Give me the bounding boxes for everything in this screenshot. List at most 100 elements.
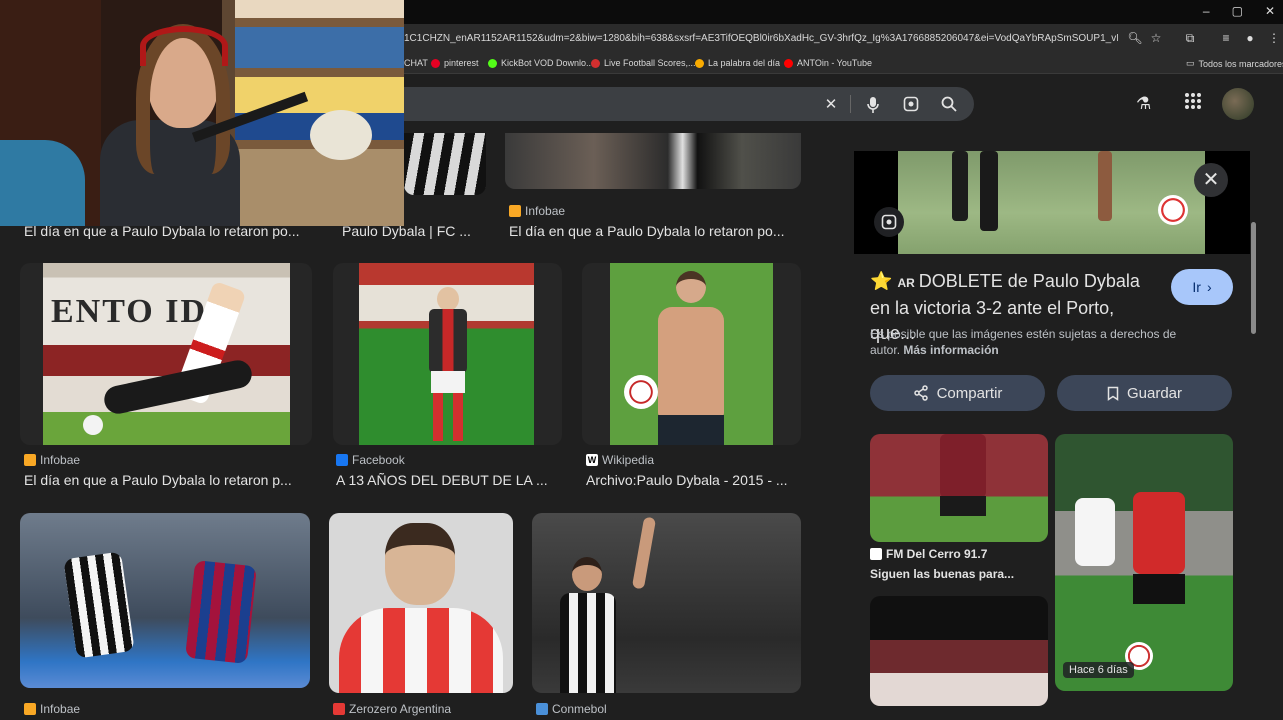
share-button[interactable]: Compartir <box>870 375 1045 411</box>
labs-flask-icon[interactable]: ⚗ <box>1136 94 1151 114</box>
save-button[interactable]: Guardar <box>1057 375 1232 411</box>
result-source: Infobae <box>24 702 80 716</box>
folder-icon: ▭ <box>1186 58 1195 68</box>
result-card-5[interactable] <box>329 513 513 693</box>
ball-on-shelf <box>310 110 372 160</box>
related-image[interactable] <box>870 434 1048 542</box>
star-emoji: ⭐ <box>870 271 893 291</box>
related-image[interactable] <box>870 596 1048 706</box>
result-source: Infobae <box>24 453 80 467</box>
account-avatar[interactable] <box>1222 88 1254 120</box>
result-title[interactable]: Archivo:Paulo Dybala - 2015 - ... <box>586 472 801 488</box>
result-title[interactable]: El día en que a Paulo Dybala lo retaron … <box>24 472 306 488</box>
player-shorts <box>431 371 465 393</box>
infobae-favicon <box>24 454 36 466</box>
webcam-overlay <box>0 0 404 226</box>
visit-button[interactable]: Ir › <box>1171 269 1233 305</box>
lens-icon <box>881 214 897 230</box>
bookmark-pinterest[interactable]: pinterest <box>431 58 479 68</box>
result-title[interactable]: El día en que a Paulo Dybala lo retaron … <box>509 223 801 239</box>
player-leg <box>952 151 968 221</box>
player-figure <box>185 560 257 664</box>
player-leg <box>1098 151 1112 221</box>
bookmark-palabra[interactable]: La palabra del día <box>695 58 780 68</box>
player-head <box>572 557 602 591</box>
chair <box>0 140 85 226</box>
bookmark-icon <box>1107 386 1119 401</box>
panel-scroll-thumb[interactable] <box>1251 222 1256 334</box>
bookmark-star-icon[interactable]: ☆ <box>1148 30 1164 46</box>
preview-image-frame: ✕ <box>854 151 1250 254</box>
ball <box>1158 195 1188 225</box>
chevron-right-icon: › <box>1206 279 1212 295</box>
player-leg <box>980 151 998 231</box>
related-image-tall[interactable]: Hace 6 días <box>1055 434 1233 691</box>
result-source: W Wikipedia <box>586 453 655 467</box>
close-panel-button[interactable]: ✕ <box>1194 163 1228 197</box>
player-shirt <box>940 434 986 498</box>
player-head <box>437 287 459 311</box>
lens-search-button[interactable] <box>874 207 904 237</box>
player-figure <box>63 551 135 659</box>
bookmark-kickbot[interactable]: KickBot VOD Downlo... <box>488 58 594 68</box>
banner-text: ENTO IDE <box>51 293 232 330</box>
result-card-6[interactable] <box>532 513 801 693</box>
result-source: Facebook <box>336 453 405 467</box>
related-source: FM Del Cerro 91.7 <box>870 547 987 561</box>
search-icon[interactable] <box>940 96 958 114</box>
result-source: Conmebol <box>536 702 607 716</box>
address-bar[interactable]: 1C1CHZN_enAR1152AR1152&udm=2&biw=1280&bi… <box>404 33 1118 44</box>
bookmark-live-football[interactable]: Live Football Scores,... <box>591 58 696 68</box>
player-arm <box>631 516 657 590</box>
close-window-button[interactable]: ✕ <box>1265 4 1275 18</box>
extensions-icon[interactable]: ⧉ <box>1182 30 1198 46</box>
fm-del-cerro-favicon <box>870 548 882 560</box>
result-image <box>610 263 773 445</box>
result-source: Infobae <box>509 204 565 218</box>
result-image[interactable] <box>505 133 801 189</box>
conmebol-favicon <box>536 703 548 715</box>
player-shorts <box>1133 574 1185 604</box>
ball <box>624 375 658 409</box>
preview-image[interactable] <box>898 151 1205 254</box>
lens-icon[interactable] <box>902 96 920 114</box>
related-title[interactable]: Siguen las buenas para... <box>870 567 1048 581</box>
player-head <box>385 523 455 605</box>
result-image[interactable] <box>404 133 486 195</box>
search-box[interactable]: ✕ <box>380 87 974 121</box>
mic-icon[interactable] <box>864 96 882 114</box>
country-code: AR <box>897 276 915 290</box>
player-shorts <box>658 415 724 445</box>
result-image: ENTO IDE <box>43 263 290 445</box>
close-icon: ✕ <box>1202 169 1220 191</box>
profile-icon[interactable]: ● <box>1242 30 1258 46</box>
window-controls: – ▢ ✕ <box>1203 4 1275 18</box>
player-shirt <box>339 608 503 693</box>
apps-grid-icon[interactable] <box>1184 92 1202 115</box>
menu-icon[interactable]: ⋮ <box>1266 30 1282 46</box>
infobae-favicon <box>509 205 521 217</box>
more-info-link[interactable]: Más información <box>903 343 998 357</box>
wikipedia-favicon: W <box>586 454 598 466</box>
all-bookmarks[interactable]: ▭ Todos los marcadores <box>1186 58 1283 69</box>
facebook-favicon <box>336 454 348 466</box>
result-title[interactable]: A 13 AÑOS DEL DEBUT DE LA ... <box>336 472 562 488</box>
player-shirt <box>1133 492 1185 574</box>
clear-search-icon[interactable]: ✕ <box>822 96 840 114</box>
player-shirt <box>1075 498 1115 566</box>
minimize-button[interactable]: – <box>1203 4 1210 18</box>
result-card-4[interactable] <box>20 513 310 688</box>
player-torso <box>658 307 724 417</box>
kickbot-icon <box>488 58 497 68</box>
bookmark-youtube[interactable]: ANTOin - YouTube <box>784 58 872 68</box>
zoom-icon[interactable]: 🔍︎ <box>1127 30 1143 46</box>
result-card-1[interactable]: ENTO IDE <box>20 263 312 445</box>
player-shirt <box>429 309 467 373</box>
result-card-3[interactable] <box>582 263 801 445</box>
result-card-2[interactable] <box>333 263 562 445</box>
maximize-button[interactable]: ▢ <box>1232 4 1243 18</box>
result-image <box>359 263 534 445</box>
media-icon[interactable]: ≡ <box>1218 30 1234 46</box>
bookmark-chat[interactable]: CHAT <box>404 58 428 68</box>
search-divider <box>850 95 851 113</box>
